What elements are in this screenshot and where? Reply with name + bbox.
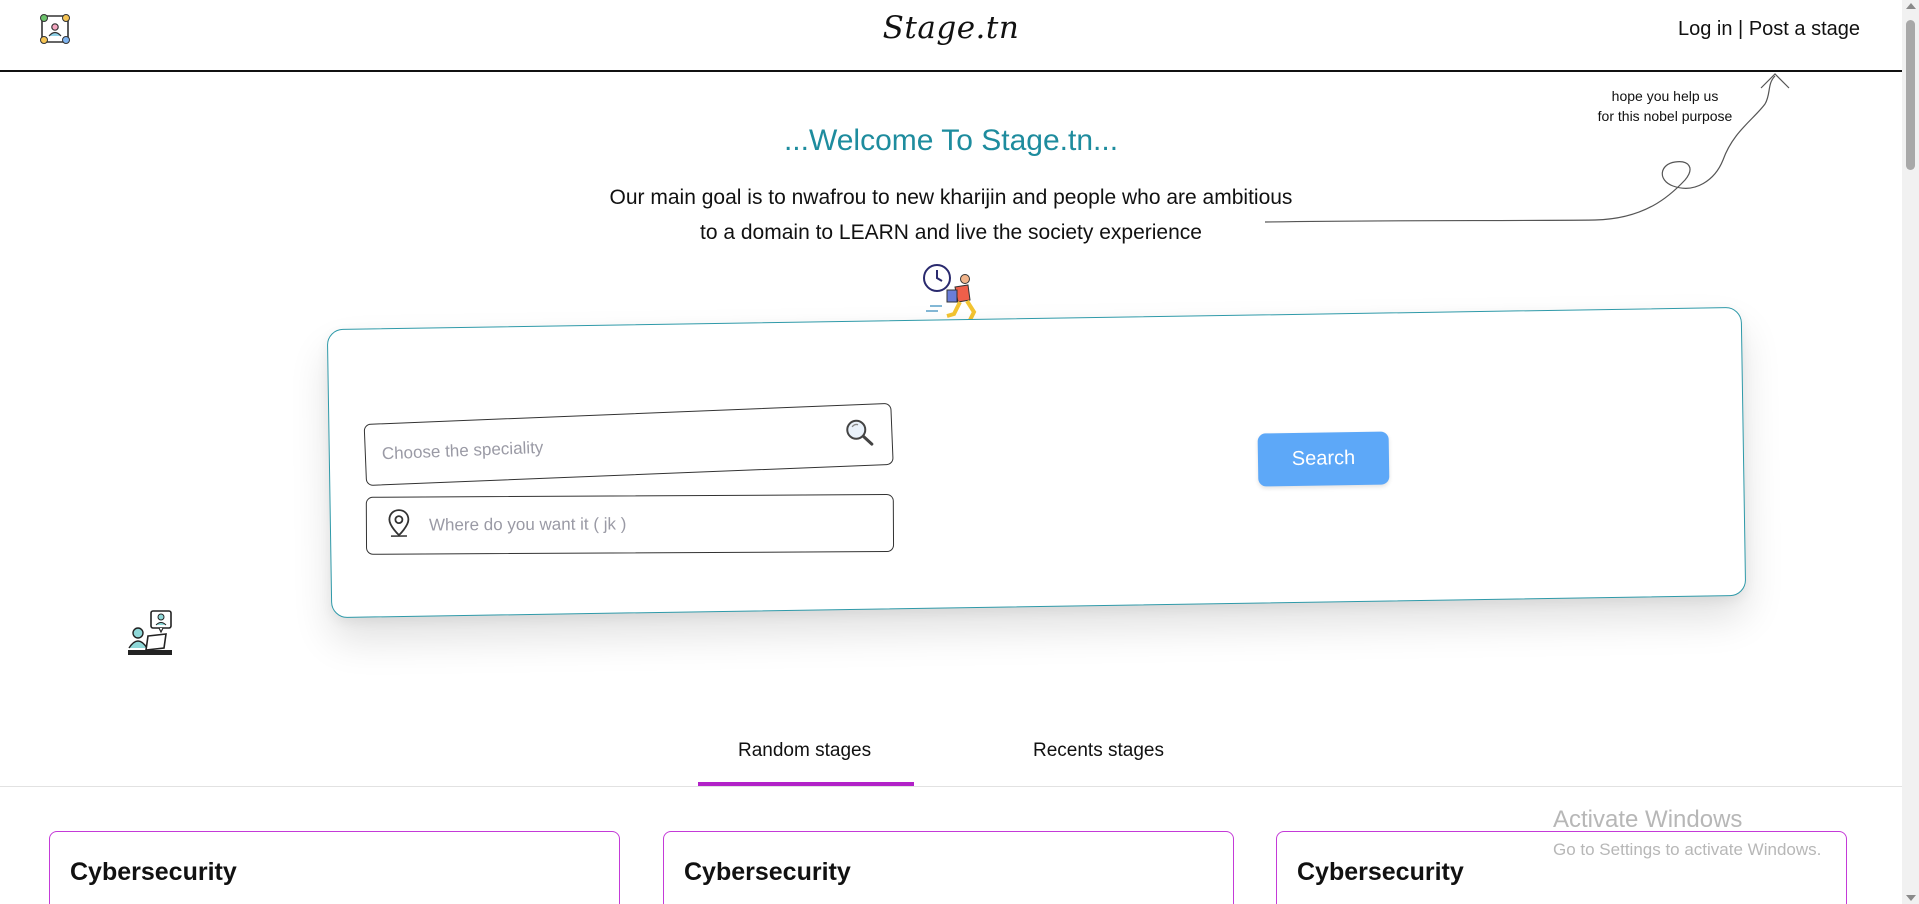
search-icon[interactable] bbox=[843, 416, 876, 454]
page: Stage.tn Log in | Post a stage ...Welcom… bbox=[0, 0, 1902, 904]
stage-card-title: Cybersecurity bbox=[1297, 858, 1464, 886]
scroll-down-arrow-icon[interactable] bbox=[1906, 895, 1916, 901]
search-card: Choose the speciality Where do you want … bbox=[326, 306, 1747, 619]
stage-card-title: Cybersecurity bbox=[684, 858, 851, 886]
activate-windows-subtitle: Go to Settings to activate Windows. bbox=[1553, 840, 1822, 859]
login-link[interactable]: Log in bbox=[1678, 18, 1733, 40]
stage-card[interactable]: Cybersecurity bbox=[49, 831, 620, 904]
stage-card-title: Cybersecurity bbox=[70, 858, 237, 886]
brand-title[interactable]: Stage.tn bbox=[0, 10, 1902, 46]
stage-card[interactable]: Cybersecurity bbox=[663, 831, 1234, 904]
tab-recent-stages[interactable]: Recents stages bbox=[1033, 740, 1164, 762]
location-pin-icon bbox=[387, 508, 411, 543]
nav-separator: | bbox=[1732, 18, 1749, 40]
vertical-scrollbar[interactable] bbox=[1902, 0, 1919, 904]
stages-tabs: Random stages Recents stages bbox=[0, 718, 1902, 787]
scrollbar-thumb[interactable] bbox=[1906, 20, 1915, 170]
scroll-up-arrow-icon[interactable] bbox=[1906, 3, 1916, 9]
auth-links: Log in | Post a stage bbox=[1678, 18, 1860, 41]
search-button[interactable]: Search bbox=[1257, 431, 1390, 487]
tab-random-stages[interactable]: Random stages bbox=[738, 740, 871, 762]
speciality-placeholder: Choose the speciality bbox=[381, 437, 544, 464]
location-placeholder: Where do you want it ( jk ) bbox=[428, 514, 627, 535]
post-stage-link[interactable]: Post a stage bbox=[1749, 18, 1860, 40]
hand-drawn-arrow-icon bbox=[1265, 73, 1790, 223]
speciality-input[interactable]: Choose the speciality bbox=[363, 402, 894, 486]
active-tab-indicator bbox=[698, 782, 914, 786]
location-input[interactable]: Where do you want it ( jk ) bbox=[365, 494, 895, 555]
activate-windows-title: Activate Windows bbox=[1553, 806, 1743, 833]
top-navbar: Stage.tn Log in | Post a stage bbox=[0, 0, 1902, 72]
online-learning-icon bbox=[126, 610, 174, 663]
